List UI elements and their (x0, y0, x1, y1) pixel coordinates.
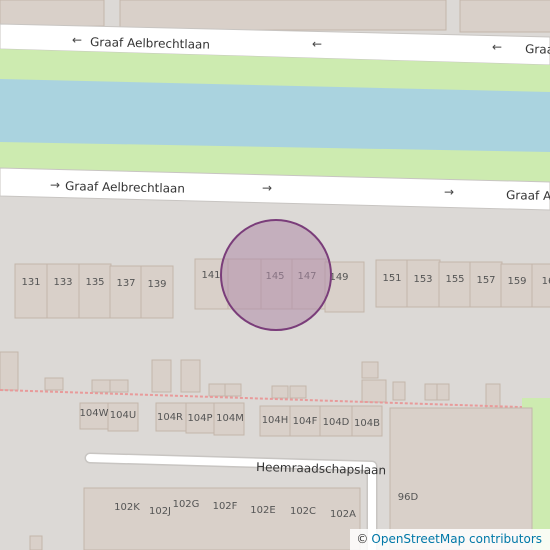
houses-row-3 (83, 487, 361, 550)
house-number: 102G (173, 499, 200, 510)
house-number: 104W (80, 408, 109, 419)
house-number: 135 (85, 277, 104, 288)
house-number: 104B (354, 418, 380, 429)
house-number: 16 (542, 276, 550, 287)
house-number: 104P (187, 413, 212, 424)
house-number: 153 (413, 274, 432, 285)
house-number: 102J (149, 506, 171, 517)
house-number: 104R (157, 412, 183, 423)
house-number: 159 (507, 276, 526, 287)
house-number: 102E (250, 505, 275, 516)
house-number: 104D (323, 417, 350, 428)
house-number: 104H (262, 415, 289, 426)
house-number: 151 (382, 273, 401, 284)
map-canvas[interactable]: ← Graaf Aelbrechtlaan ← ← Graaf Aelbrech… (0, 0, 550, 550)
map-attribution: © OpenStreetMap contributors (350, 529, 550, 550)
house-number: 104M (216, 413, 244, 424)
copyright-symbol: © (356, 532, 369, 546)
house-number: 102C (290, 506, 316, 517)
house-number: 102F (213, 501, 238, 512)
house-number: 133 (53, 277, 72, 288)
house-number: 131 (21, 277, 40, 288)
oneway-arrow-icon: → (444, 185, 454, 199)
oneway-arrow-icon: ← (492, 40, 502, 54)
house-number: 137 (116, 278, 135, 289)
location-marker[interactable] (220, 219, 332, 331)
street-label-south: Graaf Aelbrechtlaan (65, 179, 185, 196)
house-number: 104U (110, 410, 136, 421)
oneway-arrow-icon: → (50, 178, 60, 192)
street-label-north: Graaf Aelbrechtlaan (90, 35, 210, 52)
building (119, 0, 447, 31)
house-number: 141 (201, 270, 220, 281)
house-number: 157 (476, 275, 495, 286)
oneway-arrow-icon: → (262, 181, 272, 195)
house-number: 149 (329, 272, 348, 283)
house-number: 96D (398, 492, 419, 503)
oneway-arrow-icon: ← (72, 33, 82, 47)
attribution-link[interactable]: OpenStreetMap contributors (371, 529, 542, 550)
street-label-south-right: Graaf Ae (506, 188, 550, 203)
building (459, 0, 550, 33)
house-number: 102K (114, 502, 140, 513)
house-number: 139 (147, 279, 166, 290)
building (0, 0, 105, 27)
oneway-arrow-icon: ← (312, 37, 322, 51)
house-number: 104F (293, 416, 318, 427)
building (29, 535, 43, 550)
house-number: 155 (445, 274, 464, 285)
house-number: 102A (330, 509, 356, 520)
